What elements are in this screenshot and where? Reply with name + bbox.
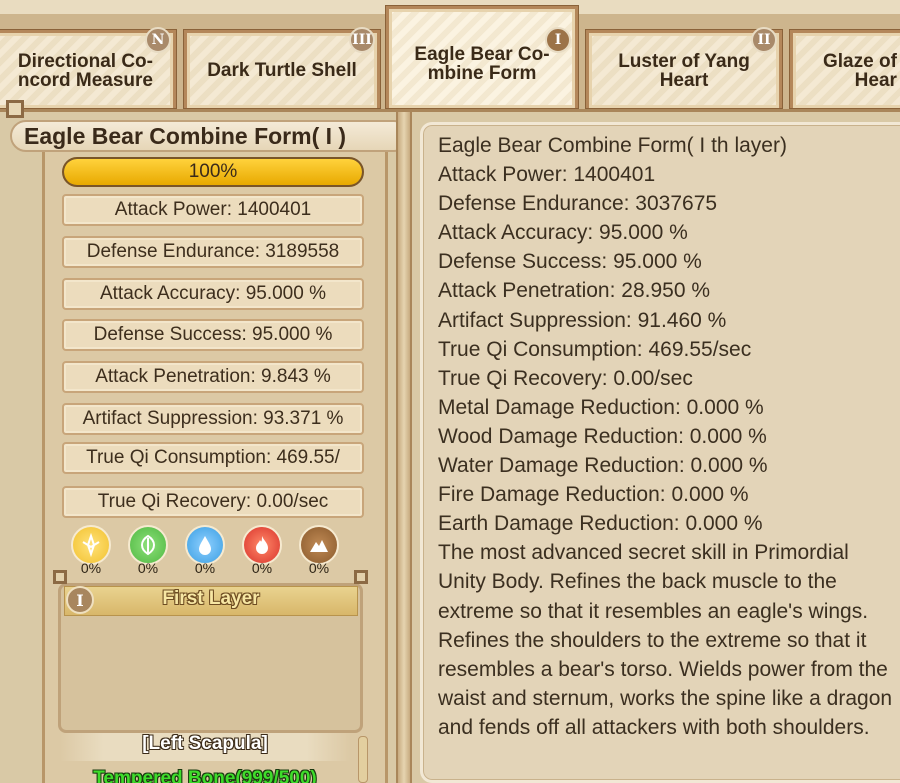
detail-text-block: Eagle Bear Combine Form( I th layer) Att… — [438, 131, 900, 742]
tab-label: Dark Turtle Shell — [207, 61, 357, 80]
stat-defense-success: Defense Success: 95.000 % — [62, 319, 364, 351]
detail-attack-power: Attack Power: 1400401 — [438, 163, 656, 187]
tab-badge: II — [751, 27, 777, 53]
metal-glyph — [82, 533, 100, 557]
detail-wood-damage-reduction: Wood Damage Reduction: 0.000 % — [438, 424, 767, 448]
mountain-glyph — [310, 540, 328, 552]
corner-ornament — [6, 100, 24, 118]
tab-directional-coord-measure[interactable]: Directional Co- ncord Measure N — [0, 27, 176, 108]
scrollbar-handle[interactable] — [358, 736, 368, 783]
tab-badge: N — [145, 27, 171, 53]
tab-label: Luster of Yang Heart — [618, 51, 750, 90]
detail-metal-damage-reduction: Metal Damage Reduction: 0.000 % — [438, 395, 764, 419]
detail-defense-endurance: Defense Endurance: 3037675 — [438, 192, 718, 216]
layer-title: First Layer — [162, 588, 260, 609]
stat-true-qi-consumption: True Qi Consumption: 469.55/ — [62, 442, 364, 474]
flame-glyph — [256, 536, 268, 554]
stat-true-qi-recovery: True Qi Recovery: 0.00/sec — [62, 486, 364, 518]
detail-attack-penetration: Attack Penetration: 28.950 % — [438, 279, 711, 303]
detail-attack-accuracy: Attack Accuracy: 95.000 % — [438, 221, 688, 245]
technique-title-bar: Eagle Bear Combine Form( I ) — [6, 100, 410, 152]
tab-label: Directional Co- ncord Measure — [17, 51, 153, 90]
tab-label: Eagle Bear Co- mbine Form — [414, 44, 550, 83]
tempered-bone-status: Tempered Bone(999/500) — [93, 768, 317, 783]
progress-label: 100% — [188, 161, 238, 182]
metal-percent: 0% — [80, 560, 102, 576]
corner-ornament — [53, 570, 67, 584]
water-icon[interactable] — [185, 525, 225, 565]
detail-fire-damage-reduction: Fire Damage Reduction: 0.000 % — [438, 483, 749, 507]
detail-earth-damage-reduction: Earth Damage Reduction: 0.000 % — [438, 512, 763, 536]
fire-percent: 0% — [251, 560, 273, 576]
earth-icon[interactable] — [299, 525, 339, 565]
corner-ornament — [354, 570, 368, 584]
detail-true-qi-recovery: True Qi Recovery: 0.00/sec — [438, 366, 693, 390]
tab-glaze-of-heart[interactable]: Glaze of Hear — [790, 30, 900, 108]
tab-luster-of-yang-heart[interactable]: Luster of Yang Heart II — [586, 27, 782, 108]
tab-badge: III — [349, 27, 375, 53]
metal-icon[interactable] — [71, 525, 111, 565]
stat-defense-endurance: Defense Endurance: 3189558 — [62, 236, 364, 268]
detail-description: The most advanced secret skill in Primor… — [438, 541, 893, 739]
stat-artifact-suppression: Artifact Suppression: 93.371 % — [62, 403, 364, 435]
tab-eagle-bear-combine-form[interactable]: Eagle Bear Co- mbine Form I — [386, 6, 578, 108]
wood-percent: 0% — [137, 560, 159, 576]
technique-title: Eagle Bear Combine Form( I ) — [24, 122, 347, 149]
water-percent: 0% — [194, 560, 216, 576]
tab-badge: I — [545, 27, 571, 53]
stat-attack-penetration: Attack Penetration: 9.843 % — [62, 361, 364, 393]
cultivation-progress-bar: 100% — [62, 157, 364, 187]
earth-percent: 0% — [308, 560, 330, 576]
tab-dark-turtle-shell[interactable]: Dark Turtle Shell III — [184, 27, 380, 108]
wood-icon[interactable] — [128, 525, 168, 565]
stat-attack-accuracy: Attack Accuracy: 95.000 % — [62, 278, 364, 310]
detail-defense-success: Defense Success: 95.000 % — [438, 250, 702, 274]
detail-water-damage-reduction: Water Damage Reduction: 0.000 % — [438, 454, 768, 478]
stat-attack-power: Attack Power: 1400401 — [62, 194, 364, 226]
technique-tab-bar: Directional Co- ncord Measure N Dark Tur… — [0, 0, 900, 112]
bone-slot-label[interactable]: [Left Scapula] — [60, 733, 350, 761]
panel-divider — [396, 112, 412, 783]
detail-true-qi-consumption: True Qi Consumption: 469.55/sec — [438, 337, 752, 361]
fire-icon[interactable] — [242, 525, 282, 565]
tab-label: Glaze of Hear — [823, 51, 897, 90]
detail-title: Eagle Bear Combine Form( I th layer) — [438, 134, 787, 157]
leaf-glyph — [141, 534, 155, 556]
detail-artifact-suppression: Artifact Suppression: 91.460 % — [438, 308, 727, 332]
drop-glyph — [199, 536, 211, 555]
